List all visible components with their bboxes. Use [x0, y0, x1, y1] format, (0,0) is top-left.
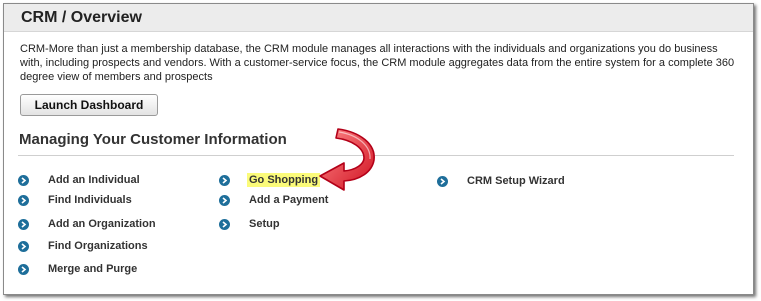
link-add-individual[interactable]: Add an Individual	[18, 173, 142, 187]
link-label: Find Individuals	[48, 194, 132, 206]
link-label: Add an Individual	[48, 174, 140, 186]
chevron-right-icon	[18, 218, 29, 230]
link-label: Merge and Purge	[48, 263, 138, 275]
chevron-right-icon	[437, 175, 448, 187]
link-setup[interactable]: Setup	[219, 217, 282, 231]
intro-description: CRM-More than just a membership database…	[20, 43, 735, 83]
link-label: Find Organizations	[48, 240, 148, 252]
section-title: Managing Your Customer Information	[19, 131, 287, 148]
chevron-right-icon	[219, 174, 230, 186]
link-label: Setup	[249, 218, 280, 230]
chevron-right-icon	[219, 194, 230, 206]
link-go-shopping[interactable]: Go Shopping	[219, 173, 321, 187]
link-label: CRM Setup Wizard	[467, 175, 565, 187]
chevron-right-icon	[18, 174, 29, 186]
link-merge-and-purge[interactable]: Merge and Purge	[18, 262, 139, 276]
chevron-right-icon	[219, 218, 230, 230]
link-add-payment[interactable]: Add a Payment	[219, 193, 330, 207]
link-find-organizations[interactable]: Find Organizations	[18, 239, 150, 253]
link-find-individuals[interactable]: Find Individuals	[18, 193, 134, 207]
link-add-organization[interactable]: Add an Organization	[18, 217, 158, 231]
page-title: CRM / Overview	[21, 9, 142, 26]
chevron-right-icon	[18, 194, 29, 206]
chevron-right-icon	[18, 240, 29, 252]
chevron-right-icon	[18, 263, 29, 275]
link-crm-setup-wizard[interactable]: CRM Setup Wizard	[437, 174, 567, 188]
link-label: Add a Payment	[249, 194, 329, 206]
link-label: Add an Organization	[48, 218, 156, 230]
launch-dashboard-button[interactable]: Launch Dashboard	[20, 94, 158, 116]
curved-red-arrow-icon	[319, 128, 375, 191]
